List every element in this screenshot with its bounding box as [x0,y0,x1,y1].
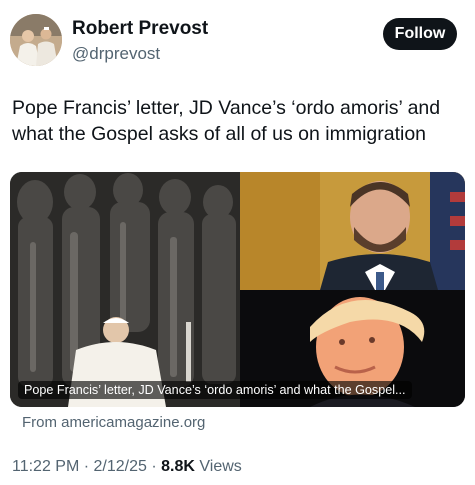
meta-separator: · [83,458,90,475]
tweet-header: Robert Prevost @drprevost Follow [10,12,465,68]
views-count: 8.8K [161,458,195,475]
link-card-caption: Pope Francis’ letter, JD Vance’s ‘ordo a… [18,381,412,399]
tweet-time[interactable]: 11:22 PM [12,458,79,475]
meta-separator: · [151,458,157,475]
avatar[interactable] [10,14,62,66]
follow-button[interactable]: Follow [383,18,457,50]
tweet-meta: 11:22 PM · 2/12/25 · 8.8K Views [12,458,242,476]
tweet-date[interactable]: 2/12/25 [94,458,147,475]
views-label: Views [199,458,242,475]
avatar-photo [10,14,62,66]
link-card-image [10,172,465,407]
link-source[interactable]: From americamagazine.org [22,414,205,431]
author-name[interactable]: Robert Prevost [72,18,208,40]
link-card[interactable]: Pope Francis’ letter, JD Vance’s ‘ordo a… [10,172,465,407]
author-handle[interactable]: @drprevost [72,44,160,64]
tweet-text: Pope Francis’ letter, JD Vance’s ‘ordo a… [12,97,441,145]
